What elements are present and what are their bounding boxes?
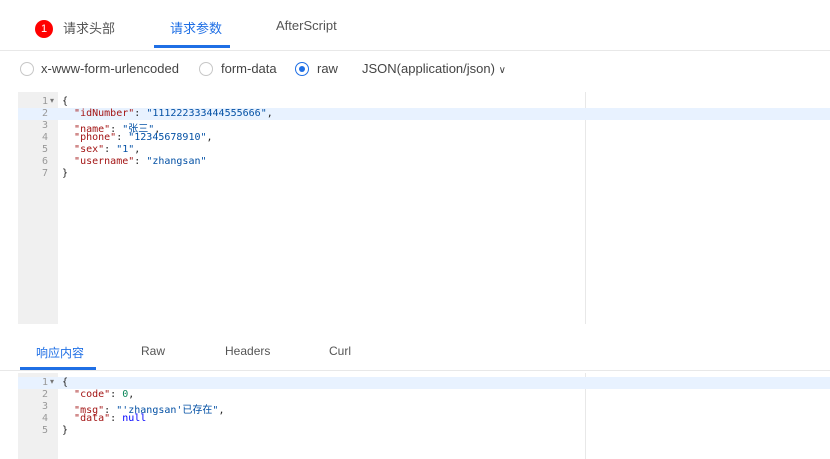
body-type-selector: x-www-form-urlencoded form-data raw JSON… bbox=[0, 60, 830, 84]
token-punc: { bbox=[62, 96, 69, 107]
code-text: "phone": "12345678910", bbox=[62, 132, 213, 143]
content-type-value: JSON(application/json) bbox=[362, 61, 495, 76]
token-punc: : bbox=[104, 144, 117, 155]
radio-raw[interactable] bbox=[295, 62, 309, 76]
tab-request-params[interactable]: 请求参数 bbox=[170, 18, 222, 37]
token-key: "code" bbox=[74, 389, 111, 400]
code-line[interactable]: 5 "sex": "1", bbox=[18, 144, 830, 156]
token-punc: , bbox=[134, 144, 141, 155]
response-body-editor[interactable]: 1 ▾ {2 "code": 0, 3 "msg": "'zhangsan'已存在",… bbox=[18, 373, 830, 459]
raw-label[interactable]: raw bbox=[317, 61, 338, 76]
code-text: { bbox=[62, 377, 68, 388]
line-number: 4 bbox=[41, 132, 48, 143]
token-punc: : bbox=[110, 413, 123, 424]
request-body-editor[interactable]: 1 ▾{2 "idNumber": "111222333444555666", 3 … bbox=[18, 92, 830, 324]
code-line[interactable]: 2 "idNumber": "111222333444555666", bbox=[18, 108, 830, 120]
count-badge: 1 bbox=[35, 20, 53, 38]
token-punc: } bbox=[62, 425, 69, 436]
code-line[interactable]: 4 "data": null bbox=[18, 413, 830, 425]
line-number: 2 bbox=[41, 108, 48, 119]
tab-curl[interactable]: Curl bbox=[329, 344, 351, 358]
token-key: "sex" bbox=[74, 144, 105, 155]
token-key: "phone" bbox=[74, 132, 117, 143]
token-punc: : bbox=[134, 156, 147, 167]
fold-toggle-icon[interactable]: ▾ bbox=[48, 96, 56, 105]
active-tab-indicator bbox=[154, 45, 230, 48]
code-line[interactable]: 3 "msg": "'zhangsan'已存在", bbox=[18, 401, 830, 416]
code-line[interactable]: 1 ▾ { bbox=[18, 96, 830, 108]
token-str: "zhangsan" bbox=[146, 156, 207, 167]
token-punc: } bbox=[62, 168, 69, 179]
line-number: 3 bbox=[41, 120, 48, 131]
token-punc: { bbox=[62, 377, 69, 388]
radio-formdata[interactable] bbox=[199, 62, 213, 76]
token-kw: null bbox=[122, 413, 147, 424]
token-punc: : bbox=[116, 132, 129, 143]
urlencoded-label[interactable]: x-www-form-urlencoded bbox=[41, 61, 179, 76]
tab-headers[interactable]: Headers bbox=[225, 344, 270, 358]
token-str: "12345678910" bbox=[128, 132, 207, 143]
code-line[interactable]: 4 "phone": "12345678910", bbox=[18, 132, 830, 144]
code-text: "sex": "1", bbox=[62, 144, 140, 155]
line-number: 1 bbox=[41, 96, 48, 107]
response-tabs: 响应内容 Raw Headers Curl bbox=[0, 330, 830, 371]
line-number: 7 bbox=[41, 168, 48, 179]
code-text: } bbox=[62, 425, 68, 436]
content-type-select[interactable]: JSON(application/json) ∨ bbox=[362, 61, 506, 76]
tab-response-content[interactable]: 响应内容 bbox=[36, 344, 84, 361]
line-number: 5 bbox=[41, 425, 48, 436]
fold-toggle-icon[interactable]: ▾ bbox=[48, 377, 56, 386]
tab-raw[interactable]: Raw bbox=[141, 344, 165, 358]
code-line[interactable]: 5} bbox=[18, 425, 830, 437]
chevron-down-icon: ∨ bbox=[498, 65, 506, 76]
token-punc: , bbox=[128, 389, 135, 400]
token-key: "data" bbox=[74, 413, 111, 424]
token-punc: : bbox=[134, 108, 147, 119]
code-text: { bbox=[62, 96, 68, 107]
token-key: "idNumber" bbox=[74, 108, 135, 119]
token-punc: : bbox=[110, 389, 123, 400]
line-number: 3 bbox=[41, 401, 48, 412]
code-text: } bbox=[62, 168, 68, 179]
tab-afterscript[interactable]: AfterScript bbox=[276, 18, 337, 33]
formdata-label[interactable]: form-data bbox=[221, 61, 277, 76]
line-number: 4 bbox=[41, 413, 48, 424]
code-line[interactable]: 2 "code": 0, bbox=[18, 389, 830, 401]
radio-urlencoded[interactable] bbox=[20, 62, 34, 76]
code-line[interactable]: 7} bbox=[18, 168, 830, 180]
token-punc: , bbox=[206, 132, 213, 143]
code-text: "data": null bbox=[62, 413, 146, 424]
token-str: "1" bbox=[116, 144, 135, 155]
code-line[interactable]: 6 "username": "zhangsan" bbox=[18, 156, 830, 168]
request-tabs: 1 请求头部 请求参数 AfterScript bbox=[0, 0, 830, 51]
token-key: "username" bbox=[74, 156, 135, 167]
code-text: "idNumber": "111222333444555666", bbox=[62, 108, 273, 119]
code-line[interactable]: 3 "name": "张三", bbox=[18, 120, 830, 135]
line-number: 5 bbox=[41, 144, 48, 155]
line-number: 1 bbox=[41, 377, 48, 388]
token-punc: , bbox=[266, 108, 273, 119]
code-text: "code": 0, bbox=[62, 389, 134, 400]
code-line[interactable]: 1 ▾ { bbox=[18, 377, 830, 389]
token-str: "111222333444555666" bbox=[146, 108, 267, 119]
code-text: "username": "zhangsan" bbox=[62, 156, 207, 167]
tab-request-headers[interactable]: 请求头部 bbox=[63, 18, 115, 37]
line-number: 6 bbox=[41, 156, 48, 167]
line-number: 2 bbox=[41, 389, 48, 400]
active-tab-indicator bbox=[20, 367, 96, 370]
